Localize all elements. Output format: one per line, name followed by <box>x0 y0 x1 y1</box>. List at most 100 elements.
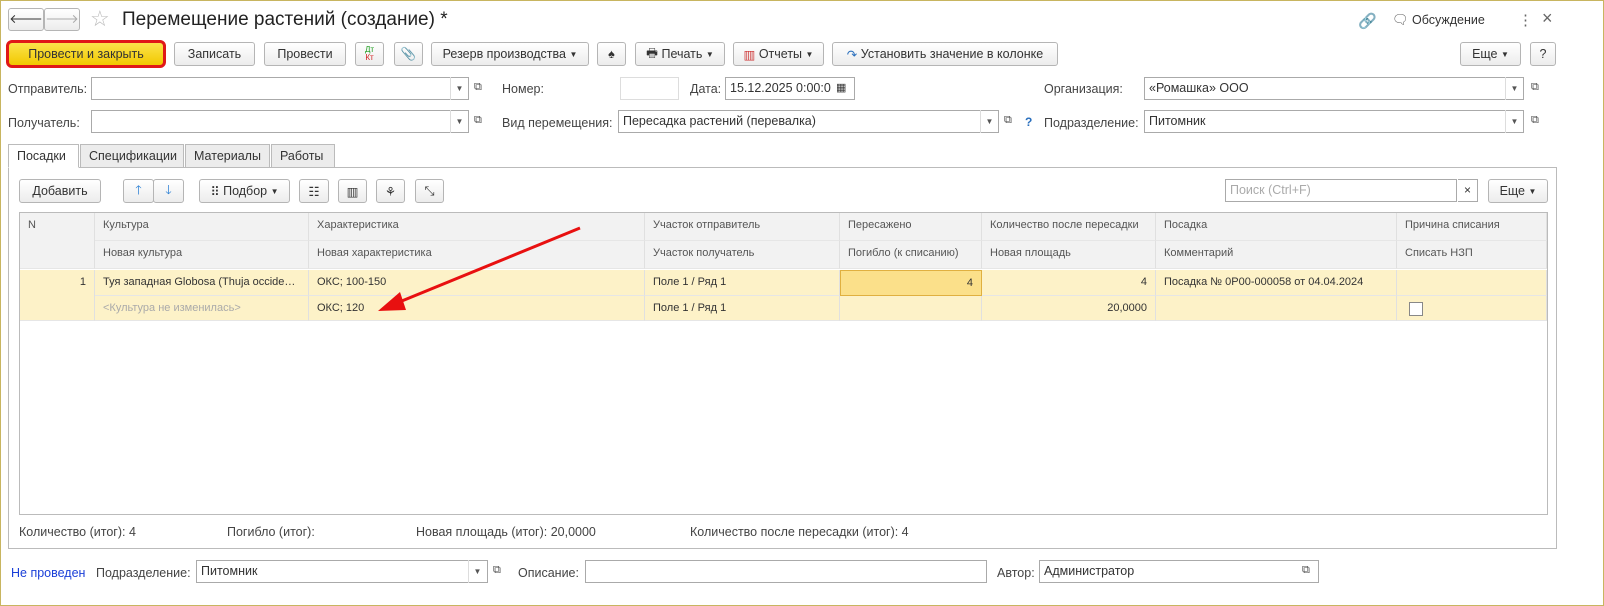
cell-culture[interactable]: Туя западная Globosa (Thuja occident... <box>95 270 309 296</box>
organization-open-icon[interactable]: ⧉ <box>1531 81 1539 94</box>
number-label: Номер: <box>502 82 544 96</box>
total-qty-after: Количество после пересадки (итог): 4 <box>690 525 909 539</box>
number-field[interactable] <box>620 77 679 100</box>
receiver-dropdown-icon[interactable]: ▼ <box>450 110 468 133</box>
description-label: Описание: <box>518 566 579 580</box>
column-header[interactable]: Культура <box>95 213 309 241</box>
help-icon[interactable]: ? <box>1025 115 1032 129</box>
tab-specifications[interactable]: Спецификации <box>80 144 184 168</box>
column-header-sub[interactable]: Новая площадь <box>982 241 1156 269</box>
division-label: Подразделение: <box>1044 116 1139 130</box>
cell-planting[interactable]: Посадка № 0Р00-000058 от 04.04.2024 <box>1156 270 1397 296</box>
cell-plot-from[interactable]: Поле 1 / Ряд 1 <box>645 270 840 296</box>
division-open-icon[interactable]: ⧉ <box>1531 114 1539 127</box>
move-type-field[interactable]: Пересадка растений (перевалка) <box>618 110 999 133</box>
more-menu-icon[interactable]: ⋮ <box>1518 11 1533 29</box>
tab-works[interactable]: Работы <box>271 144 335 168</box>
printer-icon: 🖶 <box>646 45 658 60</box>
abacus-icon[interactable]: ☷ <box>299 179 329 203</box>
footer-division-open-icon[interactable]: ⧉ <box>493 564 501 577</box>
organization-field[interactable]: «Ромашка» ООО <box>1144 77 1524 100</box>
tab-plantings[interactable]: Посадки <box>8 144 79 168</box>
cell-new-culture[interactable]: <Культура не изменилась> <box>95 296 309 321</box>
column-header-sub[interactable]: Списать НЗП <box>1397 241 1547 269</box>
close-button[interactable]: × <box>1542 8 1553 29</box>
discussion-icon[interactable]: 🗨 <box>1392 12 1409 28</box>
footer-division-dropdown-icon[interactable]: ▼ <box>468 560 486 583</box>
receiver-label: Получатель: <box>8 116 80 130</box>
division-field[interactable]: Питомник <box>1144 110 1524 133</box>
more-label: Еще <box>1472 47 1498 61</box>
dt-kt-button[interactable]: Дт Кт <box>355 42 384 66</box>
move-up-button[interactable]: 🡑 <box>123 179 154 203</box>
sender-label: Отправитель: <box>8 82 88 96</box>
column-header-sub[interactable]: Участок получатель <box>645 241 840 269</box>
post-and-close-button[interactable]: Провести и закрыть <box>6 40 166 68</box>
trees-icon[interactable]: ♠ <box>597 42 626 66</box>
column-header[interactable]: Пересажено <box>840 213 982 241</box>
organization-label: Организация: <box>1044 82 1123 96</box>
column-header[interactable]: Причина списания <box>1397 213 1547 241</box>
discussion-link[interactable]: Обсуждение <box>1412 13 1485 27</box>
cell-qty-after[interactable]: 4 <box>982 270 1156 296</box>
cell-plot-to[interactable]: Поле 1 / Ряд 1 <box>645 296 840 321</box>
column-header[interactable]: Участок отправитель <box>645 213 840 241</box>
forward-button[interactable]: 🡒 <box>44 8 80 31</box>
back-button[interactable]: 🡐 <box>8 8 44 31</box>
sender-field[interactable] <box>91 77 469 100</box>
move-down-button[interactable]: 🡓 <box>153 179 184 203</box>
save-button[interactable]: Записать <box>174 42 255 66</box>
column-header-sub[interactable]: Погибло (к списанию) <box>840 241 982 269</box>
cell-new-area[interactable]: 20,0000 <box>982 296 1156 321</box>
reports-button[interactable]: ▥ Отчеты ▼ <box>733 42 824 66</box>
link-icon[interactable]: 🔗 <box>1358 12 1377 30</box>
column-header-sub[interactable]: Новая культура <box>95 241 309 269</box>
move-type-dropdown-icon[interactable]: ▼ <box>980 110 998 133</box>
cell-died[interactable] <box>840 296 982 321</box>
tab-materials[interactable]: Материалы <box>185 144 270 168</box>
selection-button[interactable]: ⠿ Подбор ▼ <box>199 179 290 203</box>
write-off-cell <box>1397 296 1547 321</box>
receiver-field[interactable] <box>91 110 469 133</box>
total-new-area: Новая площадь (итог): 20,0000 <box>416 525 596 539</box>
table-more-button[interactable]: Еще ▼ <box>1488 179 1548 203</box>
collapse-icon[interactable]: ⤡ <box>415 179 444 203</box>
sender-dropdown-icon[interactable]: ▼ <box>450 77 468 100</box>
post-button[interactable]: Провести <box>264 42 346 66</box>
move-type-open-icon[interactable]: ⧉ <box>1004 114 1012 127</box>
page-title: Перемещение растений (создание) * <box>122 9 448 30</box>
organization-dropdown-icon[interactable]: ▼ <box>1505 77 1523 100</box>
description-field[interactable] <box>585 560 987 583</box>
more-button[interactable]: Еще ▼ <box>1460 42 1521 66</box>
column-header[interactable]: N <box>20 213 95 269</box>
attachment-icon[interactable]: 📎 <box>394 42 423 66</box>
division-dropdown-icon[interactable]: ▼ <box>1505 110 1523 133</box>
status-not-posted[interactable]: Не проведен <box>11 566 85 580</box>
sender-open-icon[interactable]: ⧉ <box>474 81 482 94</box>
set-column-value-button[interactable]: ↷ Установить значение в колонке <box>832 42 1058 66</box>
author-field[interactable]: Администратор <box>1039 560 1319 583</box>
column-header[interactable]: Количество после пересадки <box>982 213 1156 241</box>
print-button[interactable]: 🖶 Печать ▼ <box>635 42 725 66</box>
calendar-icon[interactable]: ▦ <box>836 81 846 94</box>
favorite-star-icon[interactable]: ☆ <box>90 6 110 32</box>
cell-comment[interactable] <box>1156 296 1397 321</box>
barcode-search-icon[interactable]: ▥ <box>338 179 367 203</box>
add-button[interactable]: Добавить <box>19 179 101 203</box>
author-open-icon[interactable]: ⧉ <box>1302 564 1310 577</box>
clear-search-icon[interactable]: × <box>1458 179 1478 202</box>
reserve-production-button[interactable]: Резерв производства ▼ <box>431 42 589 66</box>
reserve-label: Резерв производства <box>442 47 566 61</box>
set-value-label: Установить значение в колонке <box>860 47 1044 61</box>
write-off-checkbox[interactable] <box>1409 302 1423 316</box>
column-header-sub[interactable]: Комментарий <box>1156 241 1397 269</box>
help-button[interactable]: ? <box>1530 42 1556 66</box>
cell-transplanted[interactable]: 4 <box>840 270 982 296</box>
cell-n[interactable]: 1 <box>20 270 95 321</box>
search-input[interactable]: Поиск (Ctrl+F) <box>1225 179 1457 202</box>
plant-icon[interactable]: ⚘ <box>376 179 405 203</box>
cell-reason[interactable] <box>1397 270 1547 296</box>
receiver-open-icon[interactable]: ⧉ <box>474 114 482 127</box>
footer-division-field[interactable]: Питомник <box>196 560 488 583</box>
column-header[interactable]: Посадка <box>1156 213 1397 241</box>
